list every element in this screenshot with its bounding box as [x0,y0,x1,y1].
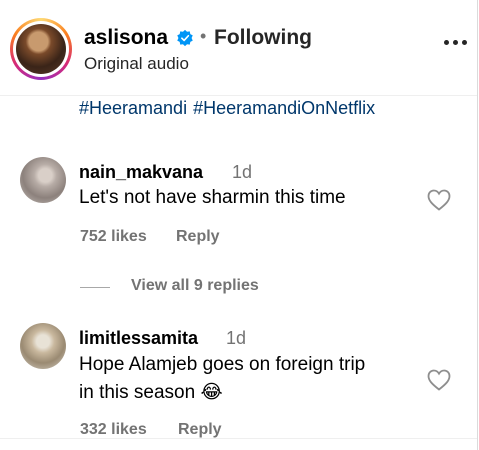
heart-icon[interactable] [427,369,451,391]
comment-username[interactable]: nain_makvana [79,162,203,183]
commenter-avatar[interactable] [20,323,66,369]
commenter-avatar[interactable] [20,157,66,203]
view-replies-button[interactable]: View all 9 replies [80,276,300,298]
comment-timestamp[interactable]: 1d [232,162,252,183]
heart-icon[interactable] [427,189,451,211]
divider [0,438,477,439]
author-username[interactable]: aslisona [84,26,168,50]
comment-timestamp[interactable]: 1d [226,328,246,349]
hashtag-link[interactable]: #HeeramandiOnNetflix [193,98,375,118]
post-comments-panel: aslisona • Following Original audio #Hee… [0,0,478,450]
comment-text: Let's not have sharmin this time [79,184,346,212]
caption-hashtags: #Heeramandi #HeeramandiOnNetflix [79,98,381,119]
comment-text-line: Let's not have sharmin this time [79,187,346,208]
hashtag-link[interactable]: #Heeramandi [79,98,187,118]
comment-likes-count[interactable]: 752 likes [80,228,147,246]
comment-text-line: Hope Alamjeb goes on foreign trip [79,354,366,375]
following-button[interactable]: Following [214,26,312,50]
comment-text: Hope Alamjeb goes on foreign trip in thi… [79,351,365,407]
view-replies-label: View all 9 replies [131,277,259,294]
separator-dot: • [200,26,207,46]
comment-likes-count[interactable]: 332 likes [80,421,147,439]
more-options-icon[interactable] [444,40,468,46]
divider [80,287,110,288]
comment-text-line: in this season 😂 [79,382,223,403]
post-header: aslisona • Following Original audio [0,0,477,96]
verified-badge-icon [177,29,193,47]
reply-button[interactable]: Reply [176,228,220,246]
comment-username[interactable]: limitlessamita [79,328,198,349]
avatar-image [16,24,66,74]
profile-avatar[interactable] [10,18,72,80]
reply-button[interactable]: Reply [178,421,222,439]
audio-label[interactable]: Original audio [84,54,189,74]
